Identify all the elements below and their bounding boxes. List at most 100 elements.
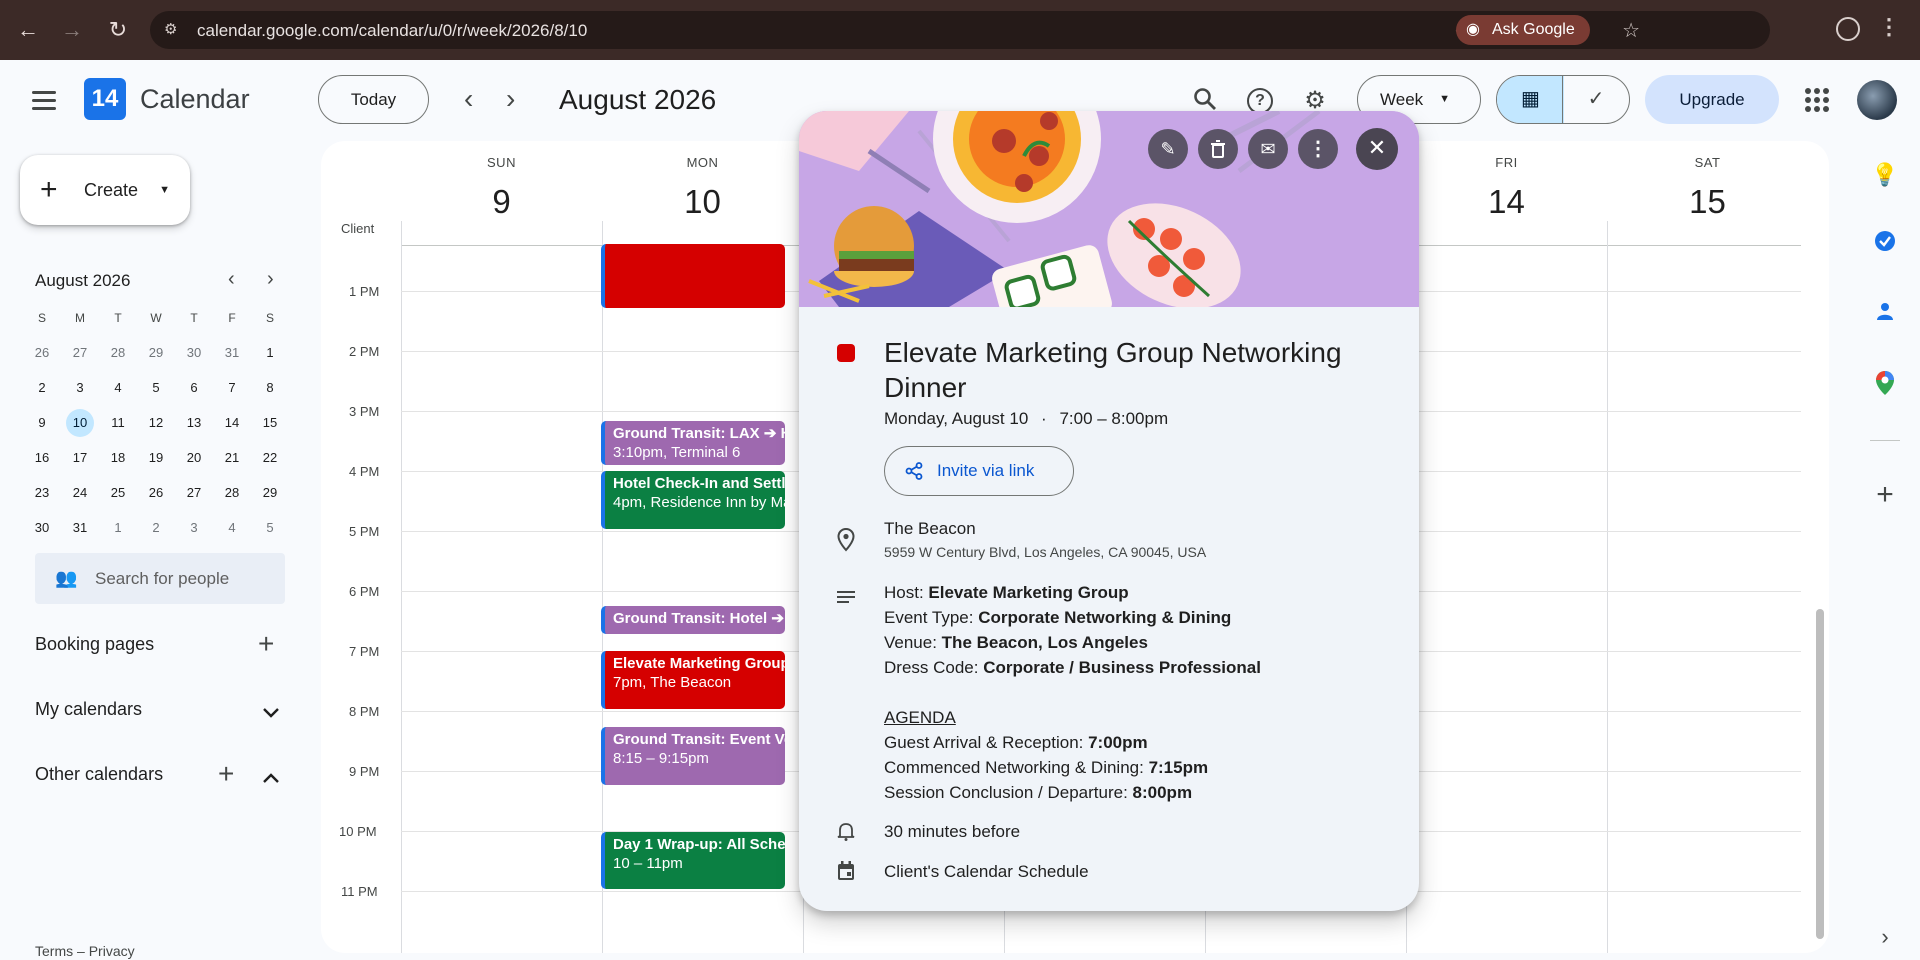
mini-day[interactable]: 1 xyxy=(251,341,289,376)
mini-day[interactable]: 26 xyxy=(23,341,61,376)
reload-icon[interactable]: ↻ xyxy=(104,16,132,44)
chevron-right-icon[interactable]: › xyxy=(1870,922,1900,952)
browser-profile-icon[interactable] xyxy=(1836,17,1860,41)
mini-day[interactable]: 29 xyxy=(251,481,289,516)
calendar-logo[interactable]: 14 xyxy=(84,78,126,120)
mini-day[interactable]: 4 xyxy=(99,376,137,411)
more-options-icon[interactable]: ⋮ xyxy=(1298,129,1338,169)
mini-day[interactable]: 27 xyxy=(61,341,99,376)
mini-day[interactable]: 15 xyxy=(251,411,289,446)
delete-trash-icon[interactable] xyxy=(1198,129,1238,169)
mini-day[interactable]: 11 xyxy=(99,411,137,446)
mini-day[interactable]: 5 xyxy=(137,376,175,411)
forward-icon[interactable]: → xyxy=(58,16,86,44)
other-calendars-label[interactable]: Other calendars xyxy=(35,764,163,785)
mini-day[interactable]: 3 xyxy=(175,516,213,551)
tasks-icon[interactable] xyxy=(1870,230,1900,260)
calendar-view-icon[interactable]: ▦ xyxy=(1497,76,1564,123)
mini-day[interactable]: 28 xyxy=(99,341,137,376)
create-button[interactable]: + Create ▼ xyxy=(20,155,190,225)
ask-google-button[interactable]: ◉ Ask Google xyxy=(1456,15,1590,45)
back-icon[interactable]: ← xyxy=(14,16,42,44)
privacy-link[interactable]: Privacy xyxy=(89,943,135,959)
mini-day[interactable]: 22 xyxy=(251,446,289,481)
mini-day[interactable]: 29 xyxy=(137,341,175,376)
location-address[interactable]: 5959 W Century Blvd, Los Angeles, CA 900… xyxy=(884,544,1206,560)
day-number[interactable]: 9 xyxy=(401,183,602,221)
next-week-icon[interactable]: › xyxy=(506,84,515,114)
mini-day[interactable]: 17 xyxy=(61,446,99,481)
add-booking-page-icon[interactable]: + xyxy=(258,630,274,658)
event-block[interactable]: Ground Transit: Event Ve 8:15 – 9:15pm xyxy=(601,727,785,785)
event-block[interactable]: Hotel Check-In and Settl 4pm, Residence … xyxy=(601,471,785,529)
browser-menu-icon[interactable]: ⋮ xyxy=(1878,14,1900,40)
mini-day[interactable]: 14 xyxy=(213,411,251,446)
contacts-icon[interactable] xyxy=(1870,300,1900,330)
mini-day[interactable]: 5 xyxy=(251,516,289,551)
google-apps-icon[interactable] xyxy=(1805,88,1829,112)
mini-day[interactable]: 12 xyxy=(137,411,175,446)
event-block[interactable]: Day 1 Wrap-up: All Sched 10 – 11pm xyxy=(601,832,785,889)
mini-day[interactable]: 30 xyxy=(175,341,213,376)
location-name[interactable]: The Beacon xyxy=(884,519,976,539)
mini-day[interactable]: 31 xyxy=(61,516,99,551)
mini-day[interactable]: 30 xyxy=(23,516,61,551)
account-avatar[interactable] xyxy=(1857,80,1897,120)
mini-day[interactable]: 18 xyxy=(99,446,137,481)
url-text[interactable]: calendar.google.com/calendar/u/0/r/week/… xyxy=(197,21,587,41)
mini-day[interactable]: 28 xyxy=(213,481,251,516)
event-block[interactable]: Ground Transit: LAX ➔ H 3:10pm, Terminal… xyxy=(601,421,785,465)
mini-day[interactable]: 6 xyxy=(175,376,213,411)
site-settings-icon[interactable]: ⚙ xyxy=(164,20,184,40)
mini-prev-month-icon[interactable]: ‹ xyxy=(228,268,235,291)
mini-day[interactable]: 25 xyxy=(99,481,137,516)
add-other-calendar-icon[interactable]: + xyxy=(218,760,234,788)
close-icon[interactable]: ✕ xyxy=(1356,128,1398,170)
address-bar[interactable]: ⚙ calendar.google.com/calendar/u/0/r/wee… xyxy=(150,11,1770,49)
mini-day[interactable]: 26 xyxy=(137,481,175,516)
mini-day[interactable]: 9 xyxy=(23,411,61,446)
mini-day[interactable]: 13 xyxy=(175,411,213,446)
event-block[interactable] xyxy=(601,244,785,308)
mini-day[interactable]: 8 xyxy=(251,376,289,411)
mini-day[interactable]: 20 xyxy=(175,446,213,481)
mini-day-selected[interactable]: 10 xyxy=(66,409,94,437)
event-block-selected[interactable]: Elevate Marketing Group 7pm, The Beacon xyxy=(601,651,785,709)
my-calendars-label[interactable]: My calendars xyxy=(35,699,142,720)
edit-pencil-icon[interactable]: ✎ xyxy=(1148,129,1188,169)
day-number[interactable]: 14 xyxy=(1406,183,1607,221)
day-number[interactable]: 15 xyxy=(1607,183,1808,221)
mini-day[interactable]: 27 xyxy=(175,481,213,516)
mini-day[interactable]: 19 xyxy=(137,446,175,481)
mini-day[interactable]: 24 xyxy=(61,481,99,516)
mini-day[interactable]: 16 xyxy=(23,446,61,481)
mini-day[interactable]: 23 xyxy=(23,481,61,516)
mini-day[interactable]: 4 xyxy=(213,516,251,551)
grid-scrollbar[interactable] xyxy=(1816,609,1824,939)
mini-day[interactable]: 3 xyxy=(61,376,99,411)
search-people-input[interactable]: 👥 Search for people xyxy=(35,553,285,604)
today-button[interactable]: Today xyxy=(318,75,429,124)
mini-day[interactable]: 21 xyxy=(213,446,251,481)
mini-day[interactable]: 31 xyxy=(213,341,251,376)
bookmark-star-icon[interactable]: ☆ xyxy=(1622,18,1640,43)
mini-day[interactable]: 2 xyxy=(137,516,175,551)
chevron-down-icon[interactable] xyxy=(262,700,280,724)
mini-day[interactable]: 7 xyxy=(213,376,251,411)
terms-link[interactable]: Terms xyxy=(35,943,73,959)
mini-day[interactable]: 1 xyxy=(99,516,137,551)
mini-day[interactable]: 2 xyxy=(23,376,61,411)
tasks-view-icon[interactable]: ✓ xyxy=(1562,76,1629,123)
event-block[interactable]: Ground Transit: Hotel ➔ xyxy=(601,606,785,634)
mini-next-month-icon[interactable]: › xyxy=(267,268,274,291)
email-guests-icon[interactable]: ✉ xyxy=(1248,129,1288,169)
day-number[interactable]: 10 xyxy=(602,183,803,221)
booking-pages-label[interactable]: Booking pages xyxy=(35,634,154,655)
maps-icon[interactable] xyxy=(1870,370,1900,400)
upgrade-button[interactable]: Upgrade xyxy=(1645,75,1779,124)
add-addon-icon[interactable]: + xyxy=(1870,480,1900,510)
previous-week-icon[interactable]: ‹ xyxy=(464,84,473,114)
invite-via-link-button[interactable]: Invite via link xyxy=(884,446,1074,496)
main-menu-icon[interactable] xyxy=(30,88,58,112)
chevron-up-icon[interactable] xyxy=(262,765,280,789)
